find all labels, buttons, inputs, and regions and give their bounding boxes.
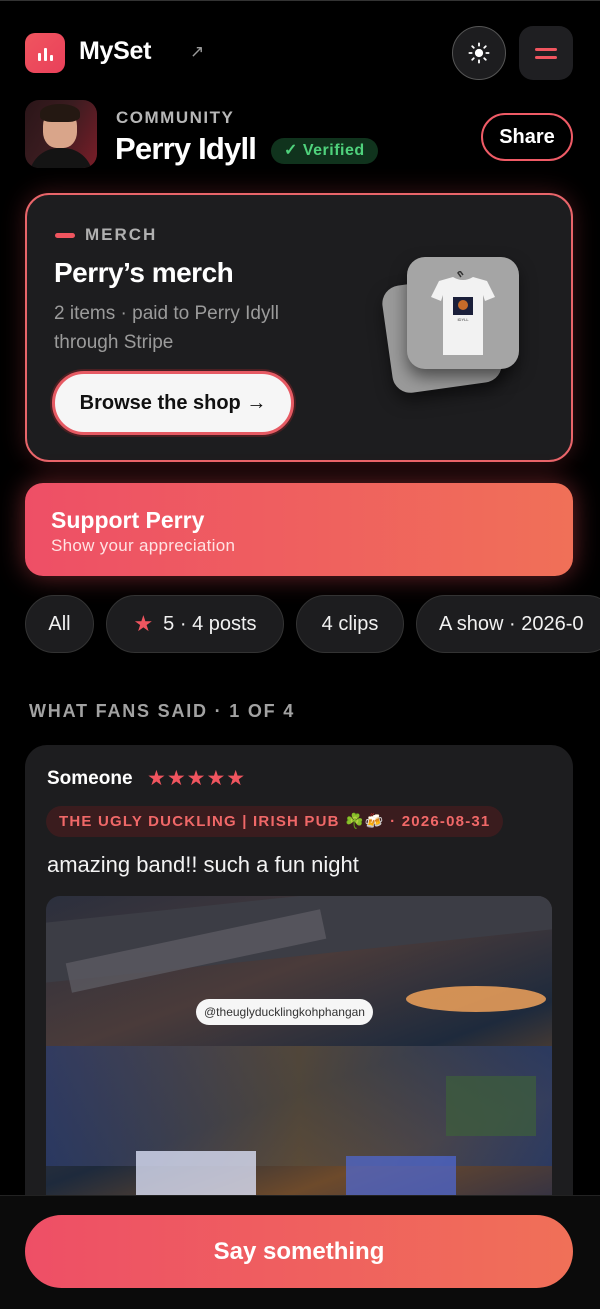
star-icon: ★ <box>133 611 154 636</box>
rating-stars-icon: ★★★★★ <box>147 767 247 790</box>
share-button[interactable]: Share <box>481 113 573 161</box>
review-author: Someone <box>47 768 133 789</box>
say-something-button[interactable]: Say something <box>25 1215 573 1288</box>
filter-chip-all[interactable]: All <box>25 595 94 653</box>
fans-section-label: WHAT FANS SAID · 1 OF 4 <box>29 701 296 721</box>
dash-icon <box>55 232 75 238</box>
sun-icon <box>468 42 490 64</box>
support-subtitle: Show your appreciation <box>51 536 236 555</box>
verified-badge: ✓ Verified <box>271 138 378 164</box>
app-name[interactable]: MySet <box>79 37 151 66</box>
external-link-icon[interactable]: ↗ <box>190 42 204 62</box>
theme-toggle-button[interactable] <box>452 26 506 80</box>
photo-handle-tag: @theuglyducklingkohphangan <box>196 999 373 1025</box>
menu-icon <box>535 47 557 51</box>
merch-card: MERCH Perry’s merch 2 items · paid to Pe… <box>25 193 573 462</box>
svg-text:IDYLL: IDYLL <box>457 317 469 322</box>
filter-chip-rating[interactable]: ★ 5 · 4 posts <box>106 595 284 653</box>
section-label: COMMUNITY <box>116 108 235 127</box>
venue-badge[interactable]: THE UGLY DUCKLING | IRISH PUB ☘️🍻 · 2026… <box>46 806 504 837</box>
filter-chips: All ★ 5 · 4 posts 4 clips A show · 2026-… <box>25 595 600 653</box>
avatar[interactable] <box>25 100 97 168</box>
top-divider <box>0 0 600 1</box>
artist-name: Perry Idyll <box>115 131 257 166</box>
filter-chip-clips[interactable]: 4 clips <box>296 595 404 653</box>
tshirt-icon: IDYLL <box>431 271 495 355</box>
review-text: amazing band!! such a fun night <box>47 852 359 877</box>
support-button[interactable]: Support Perry Show your appreciation <box>25 483 573 576</box>
logo-bars-icon[interactable] <box>25 33 65 73</box>
merch-title: Perry’s merch <box>54 257 234 288</box>
support-title: Support Perry <box>51 507 205 533</box>
menu-button[interactable] <box>519 26 573 80</box>
merch-tag: MERCH <box>55 225 157 245</box>
browse-shop-button[interactable]: Browse the shop → <box>52 371 294 435</box>
app-header: MySet ↗ <box>25 25 573 80</box>
filter-chip-show[interactable]: A show · 2026-0 <box>416 595 600 653</box>
merch-subtitle: 2 items · paid to Perry Idyll through St… <box>54 303 279 353</box>
merch-product-thumbnail[interactable]: IDYLL <box>407 257 519 369</box>
